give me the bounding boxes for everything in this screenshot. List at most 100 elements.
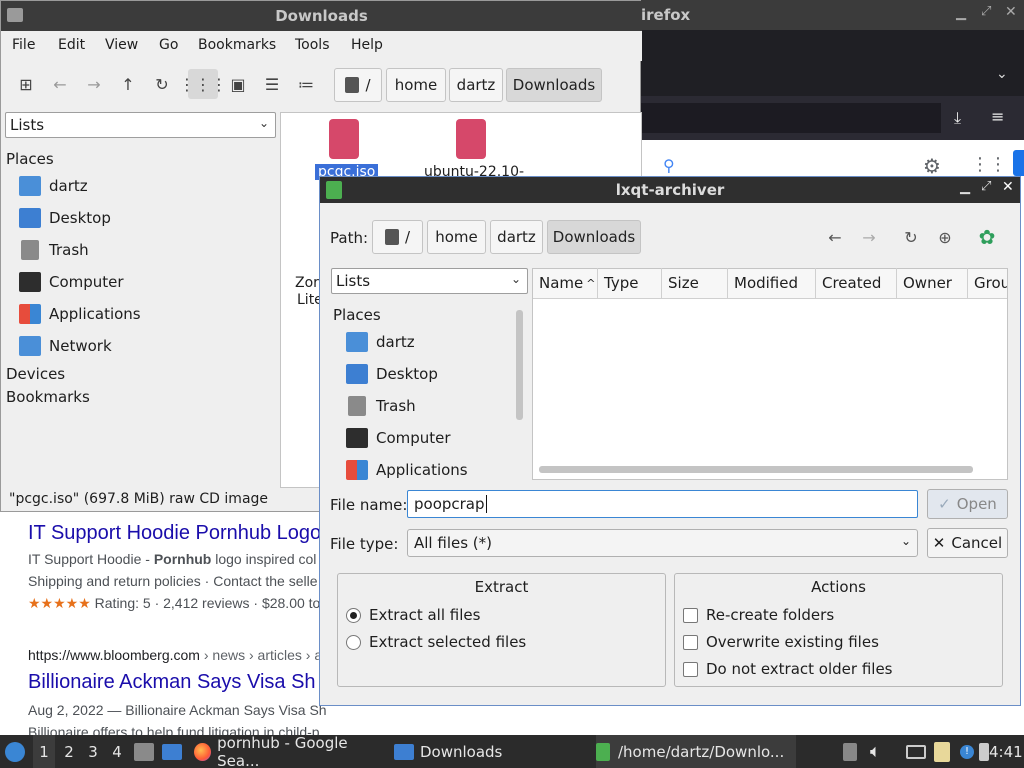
quicklaunch-files[interactable] xyxy=(134,735,154,768)
overwrite-files-checkbox[interactable]: Overwrite existing files xyxy=(683,633,879,651)
recreate-folders-checkbox[interactable]: Re-create folders xyxy=(683,606,834,624)
tray-updates[interactable]: ! xyxy=(960,735,974,768)
result-title-1[interactable]: IT Support Hoodie Pornhub Logo xyxy=(28,522,321,545)
dlg-crumb-dartz[interactable]: dartz xyxy=(490,220,543,254)
task-file-manager[interactable]: Downloads xyxy=(394,735,592,768)
new-tab-icon[interactable]: ⊞ xyxy=(11,69,41,99)
reload-icon[interactable]: ↻ xyxy=(147,69,177,99)
forward-icon[interactable]: → xyxy=(854,222,884,252)
menu-help[interactable]: Help xyxy=(351,37,383,53)
place-dartz[interactable]: dartz xyxy=(19,176,88,196)
iso-file-icon[interactable] xyxy=(456,119,486,159)
iso-file-icon[interactable] xyxy=(329,119,359,159)
extract-selected-radio[interactable]: Extract selected files xyxy=(346,633,526,651)
crumb-root[interactable]: / xyxy=(334,68,382,102)
workspace-1[interactable]: 1 xyxy=(33,735,55,768)
quicklaunch-desktop[interactable] xyxy=(162,735,182,768)
chevron-down-icon[interactable]: ⌄ xyxy=(996,66,1008,82)
maximize-icon[interactable]: ⤢ xyxy=(981,4,991,19)
column-name[interactable]: Name ^ xyxy=(533,268,598,298)
place-network[interactable]: Network xyxy=(19,336,112,356)
sign-in-button[interactable] xyxy=(1013,150,1024,176)
place-trash[interactable]: Trash xyxy=(19,240,89,260)
dlg-place-applications[interactable]: Applications xyxy=(346,460,468,480)
crumb-home[interactable]: home xyxy=(386,68,446,102)
search-icon[interactable]: ⚲ xyxy=(663,156,675,175)
icon-view-icon[interactable]: ⋮⋮⋮ xyxy=(179,69,227,99)
dlg-crumb-downloads[interactable]: Downloads xyxy=(547,220,641,254)
column-type[interactable]: Type xyxy=(598,268,662,298)
gear-icon[interactable]: ⚙ xyxy=(923,154,941,178)
tray-battery[interactable] xyxy=(979,735,989,768)
workspace-2[interactable]: 2 xyxy=(58,735,80,768)
place-desktop[interactable]: Desktop xyxy=(19,208,111,228)
place-applications[interactable]: Applications xyxy=(19,304,141,324)
thumbnail-view-icon[interactable]: ▣ xyxy=(223,69,253,99)
back-icon[interactable]: ← xyxy=(45,69,75,99)
dlg-crumb-home[interactable]: home xyxy=(427,220,486,254)
workspace-4[interactable]: 4 xyxy=(106,735,128,768)
up-icon[interactable]: ↑ xyxy=(113,69,143,99)
dlg-place-desktop[interactable]: Desktop xyxy=(346,364,438,384)
menu-file[interactable]: File xyxy=(12,37,35,53)
file-label-partial[interactable]: Zor xyxy=(295,275,319,291)
volume-icon[interactable]: 🔈︎ xyxy=(870,735,881,768)
dlg-place-trash[interactable]: Trash xyxy=(346,396,416,416)
file-name-input[interactable]: poopcrap xyxy=(407,490,918,518)
horizontal-scrollbar[interactable] xyxy=(539,466,973,473)
close-icon[interactable]: ✕ xyxy=(1002,179,1014,195)
crumb-dartz[interactable]: dartz xyxy=(449,68,503,102)
download-icon[interactable]: ⤓ xyxy=(954,108,961,128)
column-modified[interactable]: Modified xyxy=(728,268,816,298)
new-folder-icon[interactable]: ⊕ xyxy=(930,222,960,252)
tray-network[interactable] xyxy=(906,735,926,768)
crumb-downloads[interactable]: Downloads xyxy=(506,68,602,102)
file-type-select[interactable]: All files (*) ⌄ xyxy=(407,529,918,557)
back-icon[interactable]: ← xyxy=(820,222,850,252)
task-archiver[interactable]: /home/dartz/Downlo... xyxy=(596,735,796,768)
workspace-3[interactable]: 3 xyxy=(82,735,104,768)
side-pane-scrollbar[interactable] xyxy=(516,310,523,420)
settings-icon[interactable]: ✿ xyxy=(972,222,1002,252)
reload-icon[interactable]: ↻ xyxy=(896,222,926,252)
dlg-place-dartz[interactable]: dartz xyxy=(346,332,415,352)
open-button[interactable]: ✓ Open xyxy=(927,489,1008,519)
devices-heading: Devices xyxy=(6,365,66,383)
tray-disk[interactable] xyxy=(843,735,857,768)
place-computer[interactable]: Computer xyxy=(19,272,124,292)
minimize-icon[interactable]: ▁ xyxy=(956,6,966,21)
side-pane-mode-select[interactable]: Lists ⌄ xyxy=(5,112,276,138)
close-icon[interactable]: ✕ xyxy=(1005,4,1017,20)
column-created[interactable]: Created xyxy=(816,268,897,298)
dlg-file-list[interactable] xyxy=(532,268,1008,480)
start-menu-button[interactable] xyxy=(5,735,25,768)
forward-icon[interactable]: → xyxy=(79,69,109,99)
dlg-crumb-root[interactable]: / xyxy=(372,220,423,254)
menu-bookmarks[interactable]: Bookmarks xyxy=(198,37,276,53)
menu-view[interactable]: View xyxy=(105,37,138,53)
dlg-side-pane-mode-select[interactable]: Lists ⌄ xyxy=(331,268,528,294)
result-url-2[interactable]: https://www.bloomberg.com › news › artic… xyxy=(28,647,322,663)
apps-grid-icon[interactable]: ⋮⋮ xyxy=(971,154,1007,175)
clock[interactable]: 4:41 xyxy=(989,735,1023,768)
tray-clipboard[interactable] xyxy=(934,735,950,768)
compact-view-icon[interactable]: ☰ xyxy=(257,69,287,99)
column-group[interactable]: Grou xyxy=(968,268,1007,298)
minimize-icon[interactable]: ▁ xyxy=(960,180,970,195)
menu-edit[interactable]: Edit xyxy=(58,37,85,53)
cancel-button[interactable]: ✕ Cancel xyxy=(927,528,1008,558)
extract-all-radio[interactable]: Extract all files xyxy=(346,606,480,624)
column-size[interactable]: Size xyxy=(662,268,728,298)
network-icon xyxy=(19,336,41,356)
dlg-place-computer[interactable]: Computer xyxy=(346,428,451,448)
result-title-2[interactable]: Billionaire Ackman Says Visa Sh xyxy=(28,671,316,694)
menu-tools[interactable]: Tools xyxy=(295,37,330,53)
maximize-icon[interactable]: ⤢ xyxy=(981,179,991,194)
url-bar[interactable] xyxy=(641,103,941,133)
column-owner[interactable]: Owner xyxy=(897,268,968,298)
hamburger-menu-icon[interactable]: ≡ xyxy=(991,107,1004,126)
no-older-files-checkbox[interactable]: Do not extract older files xyxy=(683,660,893,678)
menu-go[interactable]: Go xyxy=(159,37,178,53)
task-firefox[interactable]: pornhub - Google Sea... xyxy=(194,734,386,768)
detail-view-icon[interactable]: ≔ xyxy=(291,69,321,99)
